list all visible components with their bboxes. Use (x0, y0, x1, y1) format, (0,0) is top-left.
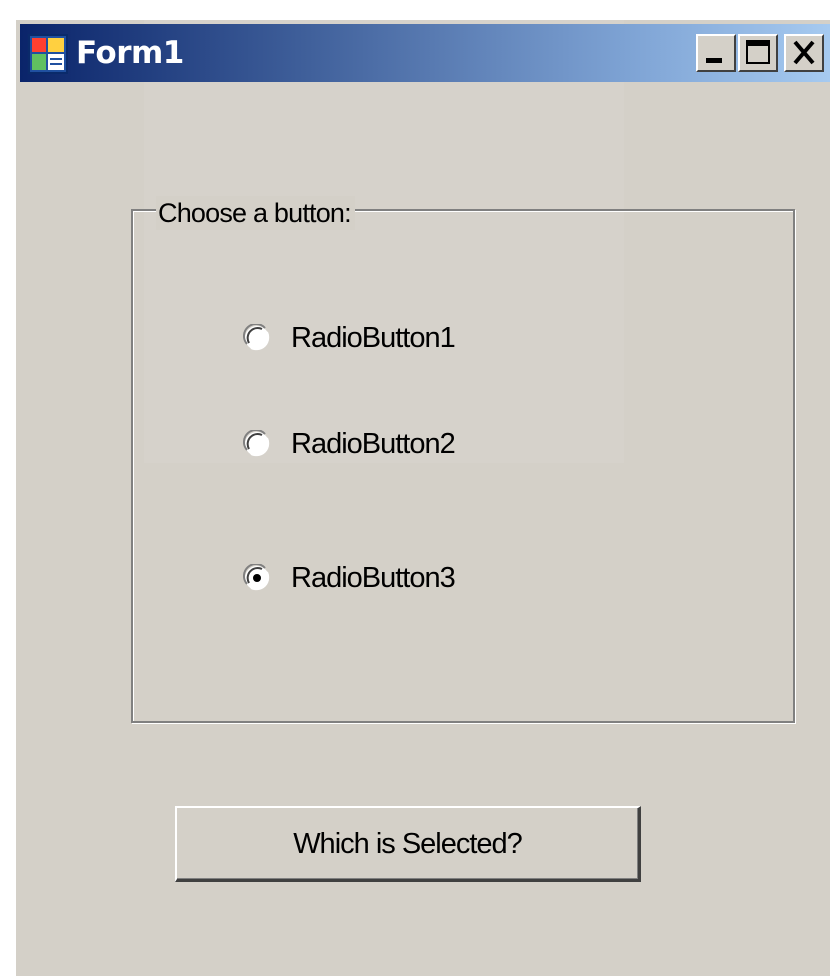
maximize-icon (746, 40, 770, 64)
close-button[interactable] (784, 34, 824, 72)
button-groupbox (131, 209, 795, 723)
which-is-selected-button[interactable]: Which is Selected? (175, 806, 641, 882)
radio-label: RadioButton1 (291, 322, 456, 354)
app-icon (28, 34, 68, 74)
radio-label: RadioButton2 (291, 428, 456, 460)
radio-label: RadioButton3 (291, 562, 456, 594)
minimize-icon (706, 58, 722, 63)
groupbox-label: Choose a button: (156, 196, 355, 230)
title-bar[interactable]: Form1 (20, 24, 830, 82)
minimize-button[interactable] (696, 34, 736, 72)
radio-unchecked-icon[interactable] (242, 428, 271, 458)
radio-checked-icon[interactable] (242, 562, 271, 592)
maximize-button[interactable] (738, 34, 778, 72)
close-icon (793, 40, 815, 65)
window-title: Form1 (76, 35, 184, 71)
radio-unchecked-icon[interactable] (242, 322, 271, 352)
